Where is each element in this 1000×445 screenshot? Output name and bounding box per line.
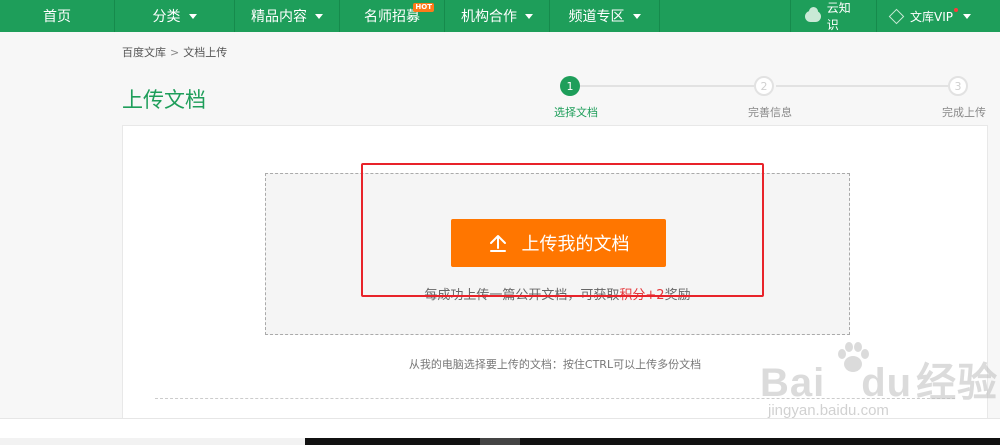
nav-item-teacher-recruit[interactable]: 名师招募 HOT [340,0,445,32]
step-connector [580,85,754,87]
upload-steps: 1 选择文档 2 完善信息 3 完成上传 [548,74,998,124]
cloud-icon [805,6,821,22]
nav-item-channels[interactable]: 频道专区 [550,0,660,32]
step-2-label: 完善信息 [748,106,792,119]
top-navigation: 首页 分类 精品内容 名师招募 HOT 机构合作 频道专区 云知识 文库VIP [0,0,1000,32]
caret-down-icon [632,13,641,19]
cloud-knowledge-label: 云知识 [826,1,851,32]
step-connector [776,85,948,87]
scrollbar-thumb[interactable] [480,438,520,445]
caret-down-icon [525,13,533,19]
page-title: 上传文档 [122,88,206,112]
breadcrumb-home[interactable]: 百度文库 [122,44,166,60]
step-1-label: 选择文档 [554,106,598,119]
caret-down-icon [963,13,971,19]
paw-icon [838,342,869,372]
highlight-box [361,163,764,297]
nav-item-home[interactable]: 首页 [0,0,115,32]
nav-item-label: 首页 [43,9,71,25]
hot-badge: HOT [413,3,434,12]
cloud-knowledge-link[interactable]: 云知识 [790,0,876,32]
nav-item-label: 频道专区 [568,9,625,25]
caret-down-icon [188,13,197,19]
nav-item-label: 精品内容 [251,9,307,25]
breadcrumb-current: 文档上传 [183,46,228,59]
bottom-scrollbar[interactable] [0,438,1000,445]
step-3-circle: 3 [948,76,968,96]
step-1-circle: 1 [560,76,580,96]
nav-item-label: 机构合作 [461,9,517,25]
nav-item-partnership[interactable]: 机构合作 [445,0,550,32]
nav-item-featured[interactable]: 精品内容 [235,0,340,32]
vip-label: 文库VIP [910,9,953,24]
notification-dot [954,8,958,12]
step-2-circle: 2 [754,76,774,96]
watermark-brand: Bai du 经验 [760,361,999,405]
caret-down-icon [315,13,323,19]
vip-menu[interactable]: 文库VIP [876,0,1000,32]
breadcrumb-separator: > [170,45,180,59]
nav-item-category[interactable]: 分类 [115,0,235,32]
bottom-panel [0,418,1000,438]
watermark-url: jingyan.baidu.com [768,402,889,419]
diamond-icon [888,8,905,24]
step-3-label: 完成上传 [942,106,986,119]
scrollbar-track-segment [0,438,305,445]
nav-item-label: 分类 [152,9,181,25]
nav-item-label: 名师招募 [364,9,420,25]
breadcrumb: 百度文库 > 文档上传 [122,44,227,60]
